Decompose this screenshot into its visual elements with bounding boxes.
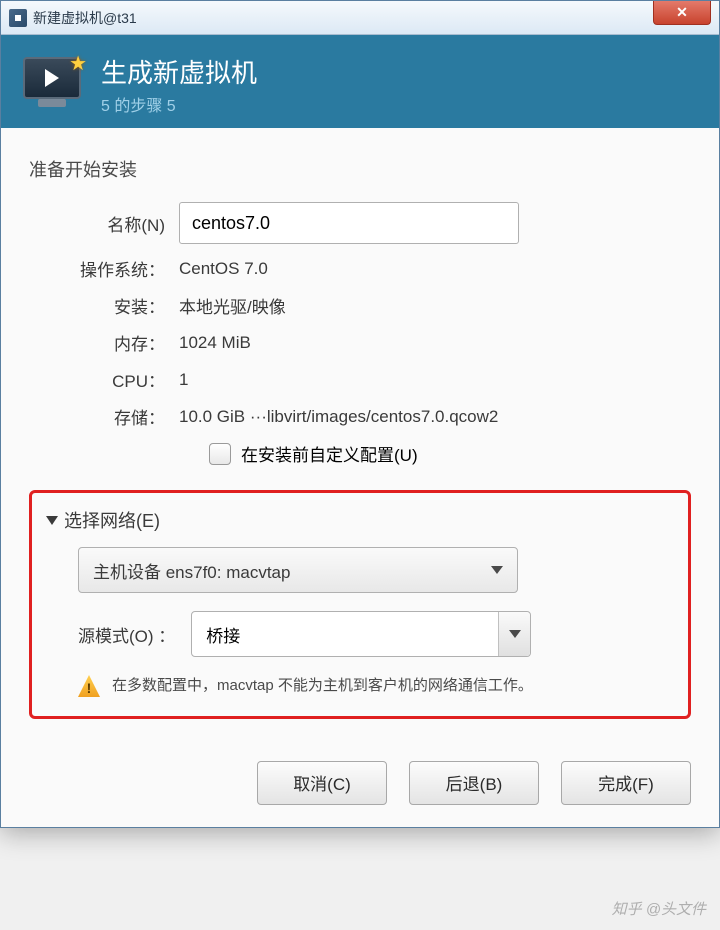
back-button[interactable]: 后退(B) [409, 761, 539, 805]
customize-label: 在安装前自定义配置(U) [241, 441, 418, 466]
install-value: 本地光驱/映像 [179, 293, 286, 318]
os-label: 操作系统： [29, 256, 179, 281]
chevron-down-icon [46, 516, 58, 525]
cpu-row: CPU： 1 [29, 367, 691, 392]
warning-row: ! 在多数配置中，macvtap 不能为主机到客户机的网络通信工作。 [78, 675, 674, 698]
warning-icon: ! [78, 675, 100, 697]
section-heading: 准备开始安装 [29, 156, 691, 182]
window-title: 新建虚拟机@t31 [33, 8, 137, 28]
memory-row: 内存： 1024 MiB [29, 330, 691, 355]
memory-value: 1024 MiB [179, 333, 251, 353]
customize-checkbox[interactable] [209, 443, 231, 465]
cancel-button[interactable]: 取消(C) [257, 761, 387, 805]
dialog-window: 新建虚拟机@t31 ✕ ★ 生成新虚拟机 5 的步骤 5 准备开始安装 名称(N… [0, 0, 720, 828]
source-mode-label: 源模式(O) ： [78, 622, 175, 647]
network-expander[interactable]: 选择网络(E) [46, 507, 674, 533]
button-row: 取消(C) 后退(B) 完成(F) [1, 737, 719, 827]
finish-button[interactable]: 完成(F) [561, 761, 691, 805]
source-mode-row: 源模式(O) ： 桥接 [78, 611, 674, 657]
watermark: 知乎 @头文件 [612, 898, 706, 919]
network-device-select[interactable]: 主机设备 ens7f0: macvtap [78, 547, 518, 593]
banner-subtitle: 5 的步骤 5 [101, 92, 257, 116]
install-row: 安装： 本地光驱/映像 [29, 293, 691, 318]
customize-row: 在安装前自定义配置(U) [209, 441, 691, 466]
name-input[interactable] [179, 202, 519, 244]
network-header-label: 选择网络(E) [64, 507, 160, 533]
banner-title: 生成新虚拟机 [101, 53, 257, 90]
app-icon [9, 9, 27, 27]
source-mode-select[interactable]: 桥接 [191, 611, 531, 657]
storage-label: 存储： [29, 404, 179, 429]
os-row: 操作系统： CentOS 7.0 [29, 256, 691, 281]
warning-text: 在多数配置中，macvtap 不能为主机到客户机的网络通信工作。 [112, 675, 533, 698]
name-row: 名称(N) [29, 202, 691, 244]
dialog-body: 准备开始安装 名称(N) 操作系统： CentOS 7.0 安装： 本地光驱/映… [1, 128, 719, 737]
name-label: 名称(N) [29, 211, 179, 236]
source-mode-value: 桥接 [206, 622, 240, 647]
vm-icon: ★ [23, 57, 83, 113]
titlebar: 新建虚拟机@t31 ✕ [1, 1, 719, 35]
cpu-label: CPU： [29, 367, 179, 392]
chevron-down-icon [491, 566, 503, 574]
network-device-value: 主机设备 ens7f0: macvtap [93, 558, 290, 583]
network-section-highlight: 选择网络(E) 主机设备 ens7f0: macvtap 源模式(O) ： 桥接… [29, 490, 691, 719]
cpu-value: 1 [179, 370, 188, 390]
install-label: 安装： [29, 293, 179, 318]
storage-row: 存储： 10.0 GiB ···libvirt/images/centos7.0… [29, 404, 691, 429]
close-icon: ✕ [676, 4, 688, 21]
memory-label: 内存： [29, 330, 179, 355]
banner-text: 生成新虚拟机 5 的步骤 5 [101, 53, 257, 116]
storage-value: 10.0 GiB ···libvirt/images/centos7.0.qco… [179, 407, 498, 427]
star-icon: ★ [69, 51, 87, 76]
close-button[interactable]: ✕ [653, 1, 711, 25]
chevron-down-icon [509, 630, 521, 638]
banner: ★ 生成新虚拟机 5 的步骤 5 [1, 35, 719, 128]
os-value: CentOS 7.0 [179, 259, 268, 279]
